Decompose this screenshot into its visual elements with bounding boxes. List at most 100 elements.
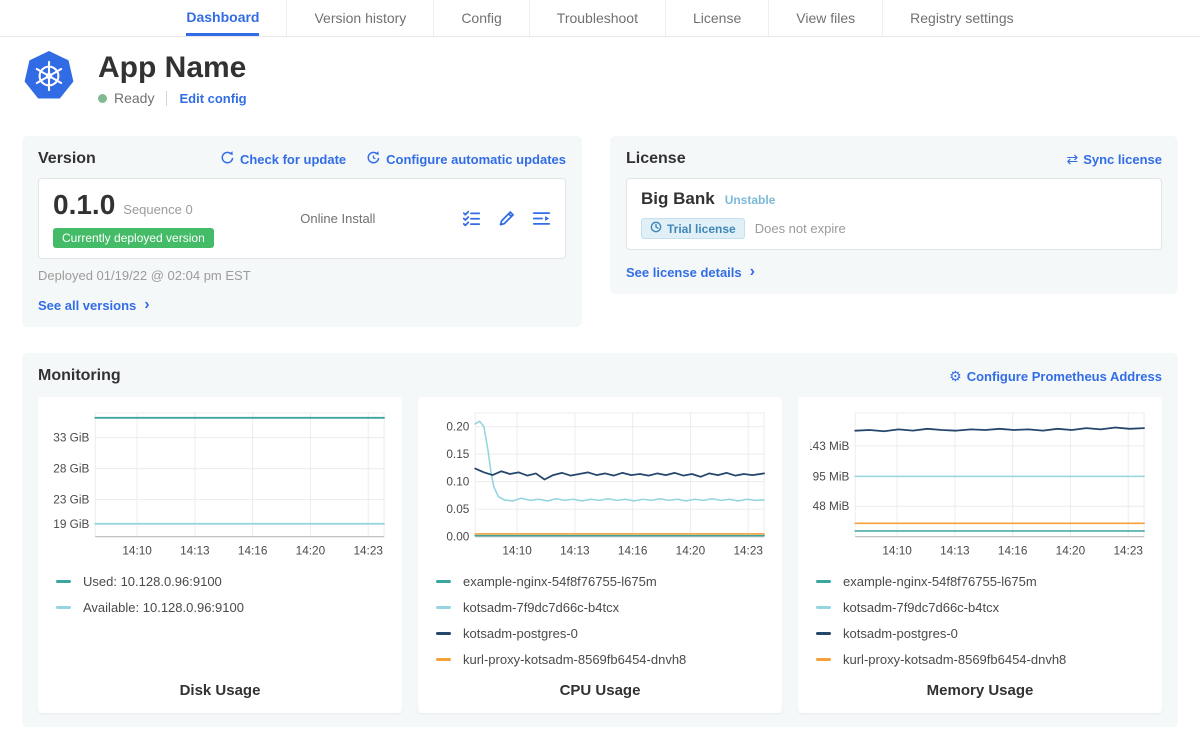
deployed-badge: Currently deployed version: [53, 228, 214, 248]
top-nav: Dashboard Version history Config Troublesho…: [0, 0, 1200, 37]
legend-item: kurl-proxy-kotsadm-8569fb6454-dnvh8: [430, 646, 770, 672]
current-version-box: 0.1.0 Sequence 0 Currently deployed vers…: [38, 178, 566, 259]
tab-label: Troubleshoot: [557, 0, 638, 36]
legend-label: Used: 10.128.0.96:9100: [83, 574, 222, 589]
cards-row: Version Check for update: [0, 136, 1200, 327]
legend-label: Available: 10.128.0.96:9100: [83, 600, 244, 615]
chart-plot: 14:1014:1314:1614:2014:230.000.050.100.1…: [430, 407, 770, 560]
chart-legend: example-nginx-54f8f76755-l675m kotsadm-7f…: [810, 568, 1150, 672]
configure-prometheus-link[interactable]: ⚙ Configure Prometheus Address: [949, 369, 1162, 384]
tab-troubleshoot[interactable]: Troubleshoot: [529, 0, 665, 36]
version-info: 0.1.0 Sequence 0 Currently deployed vers…: [53, 189, 214, 248]
legend-label: example-nginx-54f8f76755-l675m: [463, 574, 657, 589]
svg-text:95 MiB: 95 MiB: [813, 470, 850, 483]
license-card: License ⇄ Sync license Big Bank Unstable: [610, 136, 1178, 294]
refresh-icon: [220, 150, 235, 168]
svg-text:0.10: 0.10: [446, 476, 469, 489]
svg-text:14:13: 14:13: [180, 544, 210, 557]
legend-swatch: [436, 632, 451, 635]
svg-text:19 GiB: 19 GiB: [53, 518, 89, 531]
svg-text:143 MiB: 143 MiB: [810, 440, 849, 453]
app-header: App Name Ready Edit config: [0, 37, 1200, 112]
legend-item: Used: 10.128.0.96:9100: [50, 568, 390, 594]
chevron-right-icon: ›: [144, 297, 149, 313]
legend-label: kurl-proxy-kotsadm-8569fb6454-dnvh8: [843, 652, 1066, 667]
svg-text:14:10: 14:10: [882, 544, 912, 557]
legend-item: kotsadm-7f9dc7d66c-b4tcx: [430, 594, 770, 620]
license-name: Big Bank: [641, 189, 715, 209]
legend-item: Available: 10.128.0.96:9100: [50, 594, 390, 620]
legend-label: kotsadm-postgres-0: [843, 626, 958, 641]
svg-text:28 GiB: 28 GiB: [53, 463, 89, 476]
edit-config-link[interactable]: Edit config: [179, 91, 246, 106]
legend-item: kotsadm-postgres-0: [810, 620, 1150, 646]
check-for-update-link[interactable]: Check for update: [220, 150, 346, 168]
sync-license-link[interactable]: ⇄ Sync license: [1066, 152, 1162, 167]
tab-dashboard[interactable]: Dashboard: [159, 0, 286, 36]
page-title: App Name: [98, 51, 247, 85]
svg-text:14:20: 14:20: [1056, 544, 1086, 557]
svg-text:14:10: 14:10: [122, 544, 152, 557]
kubernetes-logo-icon: [24, 51, 74, 106]
charts-row: 14:1014:1314:1614:2014:2319 GiB23 GiB28 …: [38, 397, 1162, 713]
tab-license[interactable]: License: [665, 0, 768, 36]
monitoring-card: Monitoring ⚙ Configure Prometheus Addres…: [22, 353, 1178, 727]
license-channel: Unstable: [725, 193, 776, 207]
status-dot: [98, 94, 107, 103]
preflight-checks-icon[interactable]: [462, 209, 481, 228]
tab-label: Registry settings: [910, 0, 1013, 36]
version-card: Version Check for update: [22, 136, 582, 327]
configure-automatic-updates-link[interactable]: Configure automatic updates: [366, 150, 566, 168]
legend-item: example-nginx-54f8f76755-l675m: [810, 568, 1150, 594]
legend-swatch: [56, 580, 71, 583]
schedule-update-icon: [366, 150, 381, 168]
chart-plot: 14:1014:1314:1614:2014:2348 MiB95 MiB143…: [810, 407, 1150, 560]
legend-swatch: [816, 658, 831, 661]
svg-text:14:10: 14:10: [502, 544, 532, 557]
chart-cpu-usage: 14:1014:1314:1614:2014:230.000.050.100.1…: [418, 397, 782, 713]
legend-swatch: [816, 580, 831, 583]
edit-config-icon[interactable]: [497, 209, 516, 228]
chart-title: Disk Usage: [50, 682, 390, 699]
version-sequence: Sequence 0: [123, 202, 192, 217]
legend-swatch: [436, 658, 451, 661]
app-header-text: App Name Ready Edit config: [98, 51, 247, 106]
license-expiry: Does not expire: [755, 221, 846, 236]
legend-label: kotsadm-7f9dc7d66c-b4tcx: [463, 600, 619, 615]
tab-label: Config: [461, 0, 501, 36]
version-actions: [462, 209, 551, 228]
chevron-right-icon: ›: [750, 264, 755, 280]
tab-registry-settings[interactable]: Registry settings: [882, 0, 1040, 36]
svg-text:0.05: 0.05: [446, 503, 469, 516]
legend-swatch: [816, 632, 831, 635]
app-status-row: Ready Edit config: [98, 90, 247, 106]
tab-config[interactable]: Config: [433, 0, 528, 36]
see-license-details-link[interactable]: See license details ›: [626, 264, 755, 280]
legend-label: example-nginx-54f8f76755-l675m: [843, 574, 1037, 589]
svg-text:14:16: 14:16: [238, 544, 268, 557]
clock-icon: [650, 221, 662, 236]
legend-item: kotsadm-7f9dc7d66c-b4tcx: [810, 594, 1150, 620]
legend-swatch: [436, 606, 451, 609]
install-type: Online Install: [300, 211, 375, 226]
deploy-logs-icon[interactable]: [532, 209, 551, 228]
trial-license-badge: Trial license: [641, 218, 745, 239]
tab-version-history[interactable]: Version history: [286, 0, 433, 36]
svg-text:0.15: 0.15: [446, 448, 469, 461]
svg-text:14:16: 14:16: [618, 544, 648, 557]
svg-text:48 MiB: 48 MiB: [813, 500, 850, 513]
chart-plot: 14:1014:1314:1614:2014:2319 GiB23 GiB28 …: [50, 407, 390, 560]
tab-label: View files: [796, 0, 855, 36]
legend-label: kotsadm-7f9dc7d66c-b4tcx: [843, 600, 999, 615]
see-all-versions-link[interactable]: See all versions ›: [38, 297, 150, 313]
tab-label: Dashboard: [186, 0, 259, 36]
divider: [166, 91, 167, 106]
legend-label: kurl-proxy-kotsadm-8569fb6454-dnvh8: [463, 652, 686, 667]
chart-memory-usage: 14:1014:1314:1614:2014:2348 MiB95 MiB143…: [798, 397, 1162, 713]
tab-view-files[interactable]: View files: [768, 0, 882, 36]
legend-item: example-nginx-54f8f76755-l675m: [430, 568, 770, 594]
status-text: Ready: [114, 90, 154, 106]
legend-item: kotsadm-postgres-0: [430, 620, 770, 646]
svg-text:14:23: 14:23: [353, 544, 383, 557]
svg-text:0.00: 0.00: [446, 531, 469, 544]
